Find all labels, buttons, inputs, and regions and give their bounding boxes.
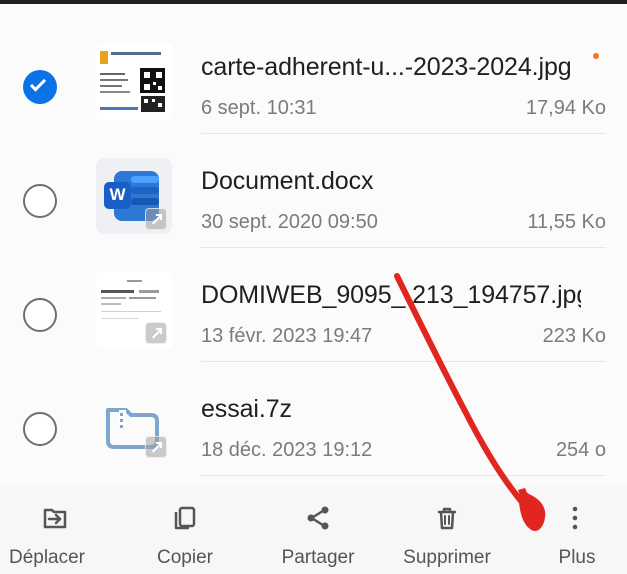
file-list[interactable]: carte-adherent-u...-2023-2024.jpg 6 sept… — [0, 4, 627, 480]
selected-checkbox[interactable] — [23, 70, 57, 104]
file-name: DOMIWEB_9095_.213_194757.jpg — [201, 281, 581, 309]
share-icon — [307, 506, 329, 530]
share-button[interactable]: Partager — [263, 496, 373, 570]
unselected-checkbox[interactable] — [23, 412, 57, 446]
row-divider — [201, 475, 606, 476]
file-size: 11,55 Ko — [527, 211, 606, 233]
svg-text:W: W — [109, 185, 126, 204]
file-name: Document.docx — [201, 167, 374, 195]
shortcut-badge-icon — [145, 436, 167, 458]
unselected-checkbox[interactable] — [23, 298, 57, 332]
move-button[interactable]: Déplacer — [0, 496, 110, 570]
file-size: 17,94 Ko — [525, 97, 606, 119]
file-row-essai-archive[interactable]: essai.7z 18 déc. 2023 19:12 254 o — [0, 362, 627, 476]
file-date: 6 sept. 10:31 — [201, 97, 317, 119]
file-size: 254 o — [555, 439, 606, 461]
membership-card-thumbnail — [97, 46, 171, 118]
bottom-action-bar: Déplacer Copier Partager Supprimer Plus — [0, 484, 627, 574]
share-button-label: Partager — [281, 547, 355, 568]
shortcut-badge-icon — [145, 322, 167, 344]
shortcut-badge-icon — [145, 208, 167, 230]
image-thumbnail-icon — [96, 44, 172, 120]
file-manager-screen: carte-adherent-u...-2023-2024.jpg 6 sept… — [0, 0, 627, 574]
move-icon — [43, 508, 67, 529]
file-row-document[interactable]: W Document.docx 30 sept. 2020 09:50 11,5… — [0, 134, 627, 248]
file-name: essai.7z — [201, 395, 292, 423]
file-row-domiweb[interactable]: DOMIWEB_9095_.213_194757.jpg 13 févr. 20… — [0, 248, 627, 362]
trash-icon — [437, 507, 457, 530]
copy-button[interactable]: Copier — [130, 496, 240, 570]
more-options-button[interactable]: Plus — [520, 496, 627, 570]
unread-indicator — [593, 53, 599, 59]
more-vertical-icon — [572, 506, 578, 530]
delete-button[interactable]: Supprimer — [392, 496, 502, 570]
delete-button-label: Supprimer — [403, 547, 491, 568]
file-name: carte-adherent-u...-2023-2024.jpg — [201, 53, 572, 81]
copy-icon — [174, 506, 196, 530]
file-size: 223 Ko — [542, 325, 606, 347]
more-options-button-label: Plus — [558, 547, 596, 568]
file-date: 30 sept. 2020 09:50 — [201, 211, 378, 233]
file-row-carte-adherent[interactable]: carte-adherent-u...-2023-2024.jpg 6 sept… — [0, 20, 627, 134]
file-date: 18 déc. 2023 19:12 — [201, 439, 373, 461]
copy-button-label: Copier — [157, 547, 213, 568]
unselected-checkbox[interactable] — [23, 184, 57, 218]
file-date: 13 févr. 2023 19:47 — [201, 325, 373, 347]
move-button-label: Déplacer — [8, 547, 86, 568]
check-icon — [29, 75, 47, 92]
